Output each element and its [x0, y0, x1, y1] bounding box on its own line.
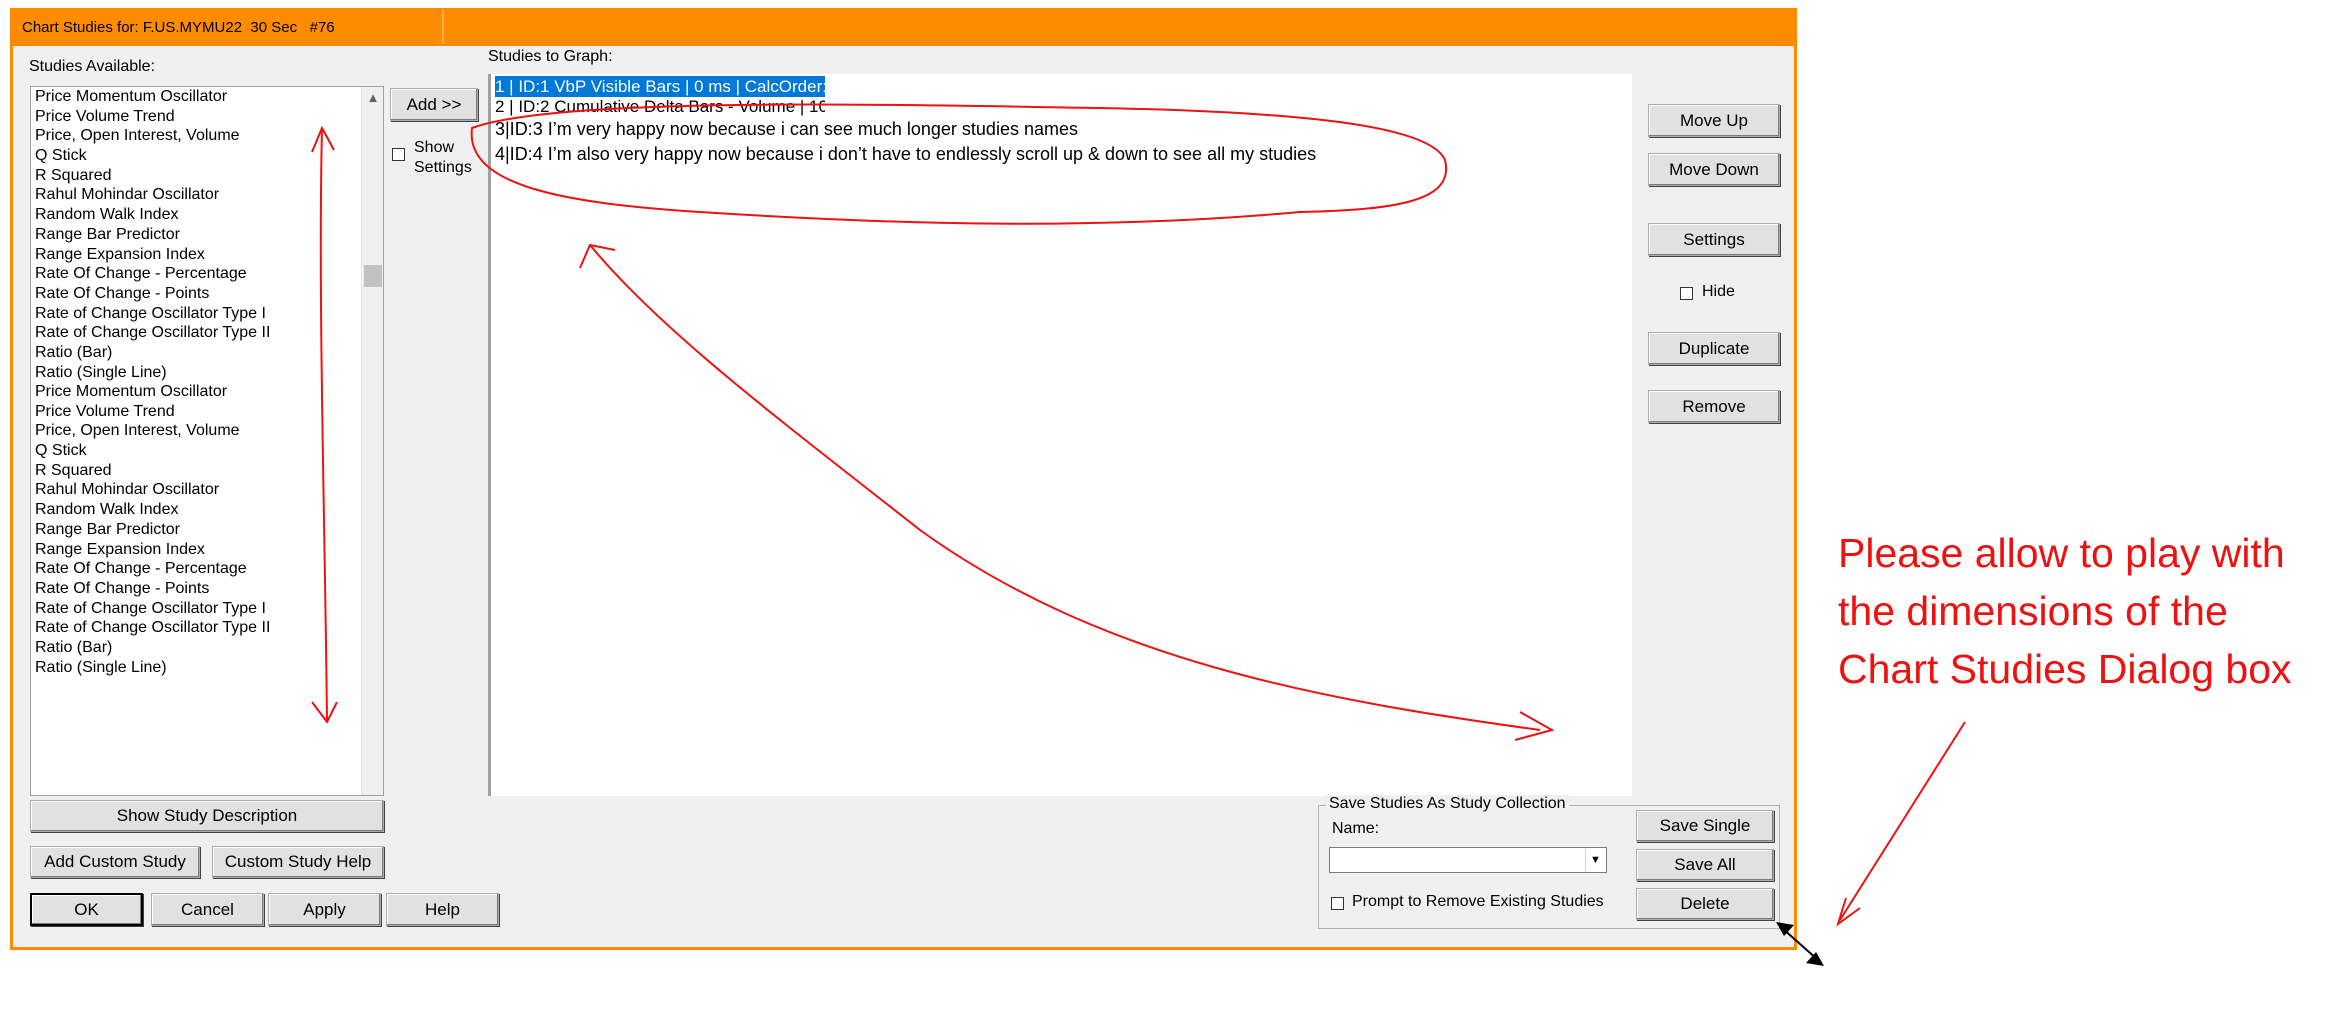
annotation-overlay: [311, 103, 1966, 966]
annotation-text: Please allow to play with the dimensions…: [1838, 524, 2292, 698]
vertical-scroll-annotation-arrow: [319, 127, 328, 723]
annotation-line-1: Please allow to play with: [1838, 530, 2285, 576]
annotation-line-3: Chart Studies Dialog box: [1838, 646, 2292, 692]
vertical-arrow-bottom-head: [311, 701, 338, 724]
pointer-arrow-head: [1836, 897, 1861, 927]
resize-diagonal-annotation-arrow: [589, 244, 1541, 731]
diagonal-arrow-bottom-head: [1514, 711, 1555, 741]
long-names-ellipse-annotation: [470, 103, 1448, 225]
vertical-arrow-top-head: [311, 125, 335, 153]
diagonal-arrow-top-head: [579, 243, 616, 269]
resize-cursor-icon: [1776, 922, 1824, 966]
annotation-line-2: the dimensions of the: [1838, 588, 2228, 634]
pointer-annotation-arrow: [1839, 721, 1966, 921]
